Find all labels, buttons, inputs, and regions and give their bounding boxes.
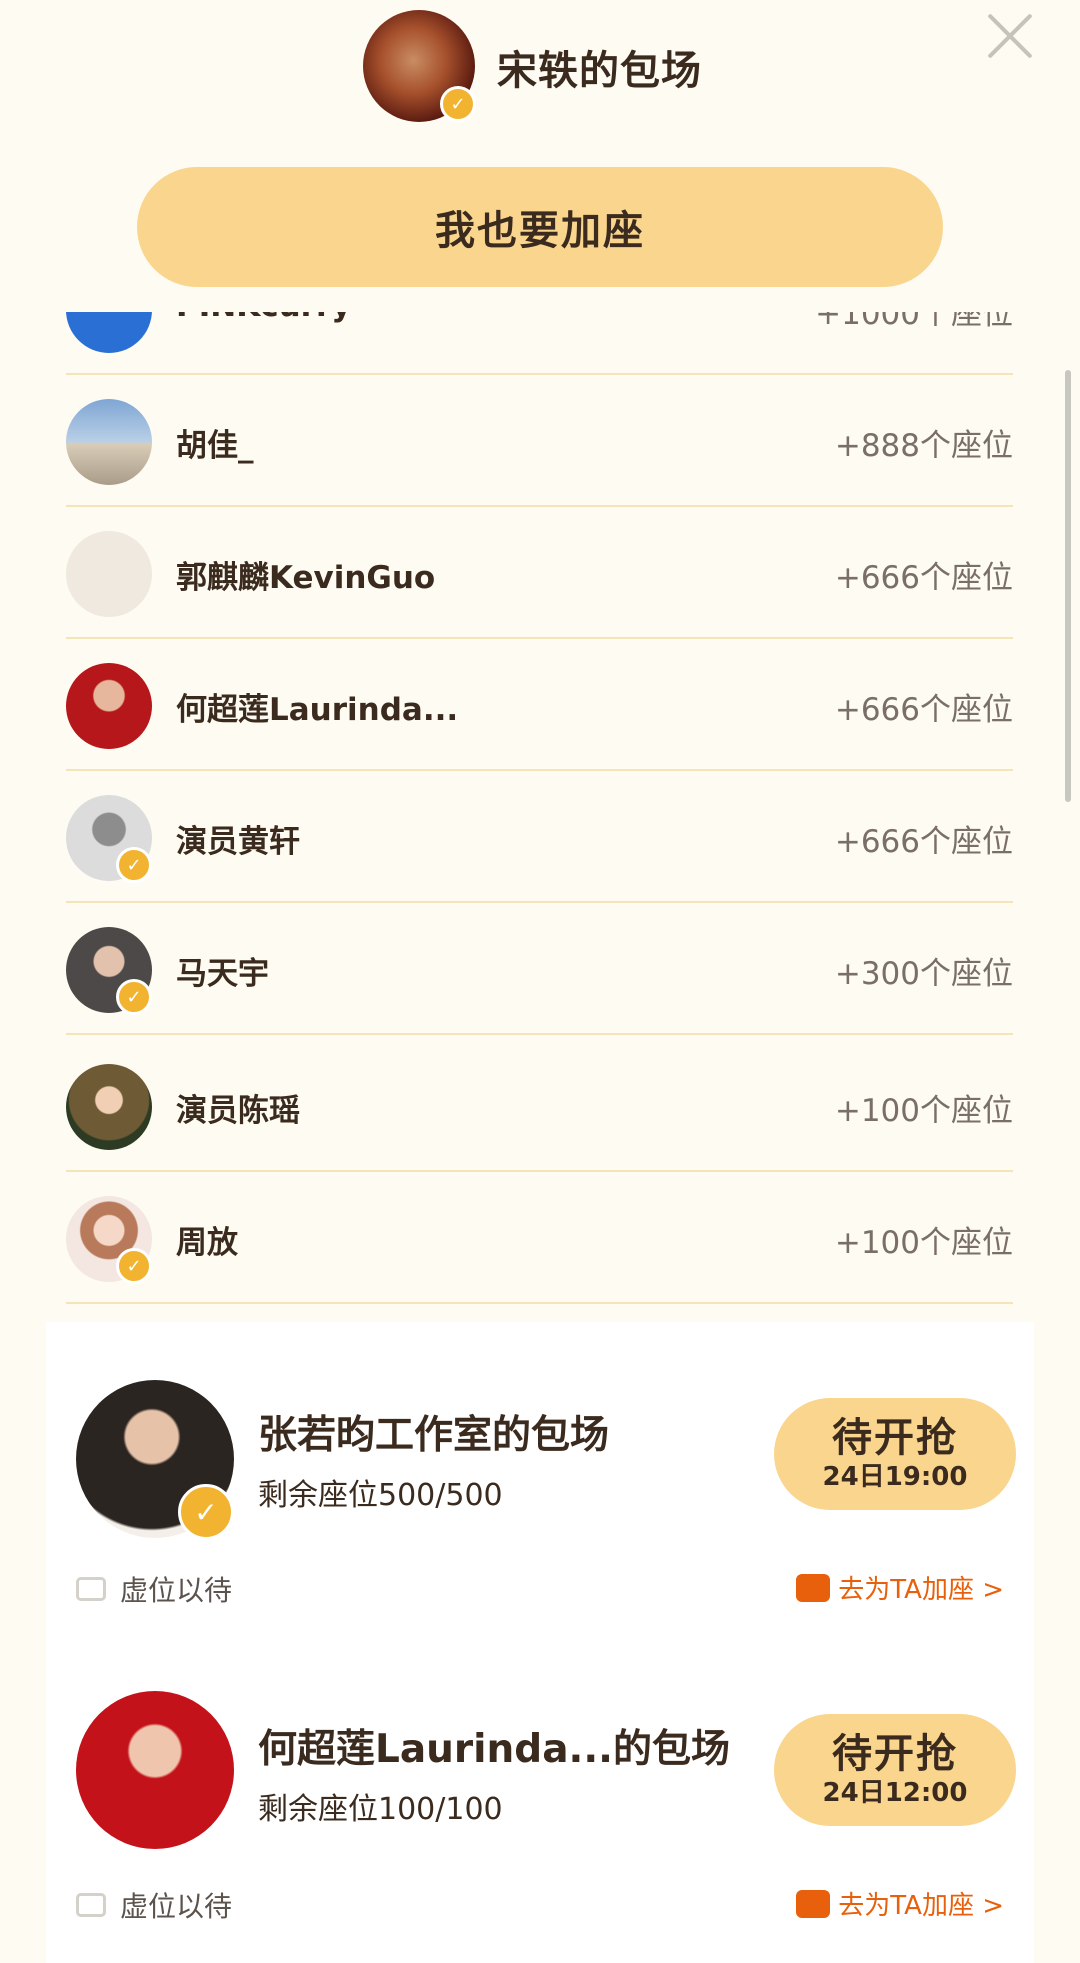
divider bbox=[66, 373, 1013, 375]
add-seat-for-them-link[interactable]: 去为TA加座 > bbox=[796, 1569, 1004, 1606]
seat-count: +100个座位 bbox=[834, 1225, 1013, 1261]
package-card[interactable]: 何超莲Laurinda...的包场 剩余座位100/100 待开抢 24日12:… bbox=[46, 1640, 1034, 1958]
divider bbox=[66, 901, 1013, 903]
start-time: 24日12:00 bbox=[822, 1778, 968, 1808]
list-item[interactable]: ✓ 演员黄轩 +666个座位 bbox=[66, 772, 1013, 903]
contributor-name: 胡佳_ bbox=[176, 428, 254, 464]
list-item[interactable]: 胡佳_ +888个座位 bbox=[66, 376, 1013, 507]
list-item[interactable]: PINKcurry +1000个座位 bbox=[66, 312, 1013, 375]
verified-badge-icon: ✓ bbox=[116, 1248, 152, 1284]
list-item[interactable]: 何超莲Laurinda... +666个座位 bbox=[66, 640, 1013, 771]
avatar[interactable] bbox=[76, 1691, 234, 1849]
list-item[interactable]: 郭麒麟KevinGuo +666个座位 bbox=[66, 508, 1013, 639]
list-item[interactable]: ✓ 周放 +100个座位 bbox=[66, 1173, 1013, 1304]
avatar bbox=[66, 1064, 152, 1150]
list-item[interactable]: 演员陈瑶 +100个座位 bbox=[66, 1041, 1013, 1172]
remaining-seats: 剩余座位500/500 bbox=[258, 1478, 503, 1513]
add-seat-for-them-link[interactable]: 去为TA加座 > bbox=[796, 1885, 1004, 1922]
seat-count: +1000个座位 bbox=[815, 312, 1013, 332]
list-item[interactable]: ✓ 马天宇 +300个座位 bbox=[66, 904, 1013, 1035]
seat-count: +888个座位 bbox=[834, 428, 1013, 464]
waiting-status: 虚位以待 bbox=[76, 1569, 232, 1609]
verified-badge-icon: ✓ bbox=[116, 979, 152, 1015]
add-seat-label: 去为TA加座 > bbox=[838, 1575, 1004, 1605]
avatar bbox=[66, 531, 152, 617]
status-label: 待开抢 bbox=[832, 1415, 958, 1461]
divider bbox=[66, 1033, 1013, 1035]
seat-contributor-list[interactable]: PINKcurry +1000个座位 胡佳_ +888个座位 郭麒麟KevinG… bbox=[0, 312, 1080, 1322]
seat-count: +666个座位 bbox=[834, 692, 1013, 728]
divider bbox=[66, 769, 1013, 771]
add-seat-label: 去为TA加座 > bbox=[838, 1891, 1004, 1921]
divider bbox=[66, 637, 1013, 639]
package-title: 张若昀工作室的包场 bbox=[258, 1413, 610, 1458]
seat-count: +100个座位 bbox=[834, 1093, 1013, 1129]
contributor-name: PINKcurry bbox=[176, 312, 351, 324]
close-icon[interactable] bbox=[984, 10, 1036, 62]
contributor-name: 何超莲Laurinda... bbox=[176, 692, 459, 728]
divider bbox=[66, 1302, 1013, 1304]
contributor-name: 马天宇 bbox=[176, 956, 269, 992]
contributor-name: 郭麒麟KevinGuo bbox=[176, 560, 436, 596]
seat-count: +666个座位 bbox=[834, 824, 1013, 860]
package-title: 何超莲Laurinda...的包场 bbox=[258, 1727, 730, 1772]
remaining-seats: 剩余座位100/100 bbox=[258, 1792, 503, 1827]
avatar bbox=[66, 399, 152, 485]
waiting-label: 虚位以待 bbox=[120, 1890, 233, 1923]
seat-icon bbox=[76, 1893, 106, 1917]
package-cards-panel: ✓ 张若昀工作室的包场 剩余座位500/500 待开抢 24日19:00 虚位以… bbox=[46, 1322, 1034, 1963]
status-label: 待开抢 bbox=[832, 1731, 958, 1777]
seat-icon bbox=[796, 1573, 831, 1602]
start-time: 24日19:00 bbox=[822, 1462, 968, 1492]
verified-badge-icon: ✓ bbox=[440, 86, 476, 122]
package-card[interactable]: ✓ 张若昀工作室的包场 剩余座位500/500 待开抢 24日19:00 虚位以… bbox=[46, 1322, 1034, 1640]
waiting-label: 虚位以待 bbox=[120, 1574, 233, 1607]
waiting-status: 虚位以待 bbox=[76, 1885, 232, 1925]
add-seat-button[interactable]: 我也要加座 bbox=[137, 167, 943, 287]
seat-count: +300个座位 bbox=[834, 956, 1013, 992]
divider bbox=[66, 505, 1013, 507]
contributor-name: 演员黄轩 bbox=[176, 824, 300, 860]
page-title: 宋轶的包场 bbox=[497, 48, 702, 94]
seat-count: +666个座位 bbox=[834, 560, 1013, 596]
seat-icon bbox=[796, 1889, 831, 1918]
avatar bbox=[66, 663, 152, 749]
scrollbar[interactable] bbox=[1065, 370, 1071, 802]
countdown-button[interactable]: 待开抢 24日19:00 bbox=[774, 1398, 1016, 1510]
verified-badge-icon: ✓ bbox=[178, 1484, 234, 1540]
contributor-name: 演员陈瑶 bbox=[176, 1093, 300, 1129]
seat-icon bbox=[76, 1577, 106, 1601]
countdown-button[interactable]: 待开抢 24日12:00 bbox=[774, 1714, 1016, 1826]
divider bbox=[66, 1170, 1013, 1172]
verified-badge-icon: ✓ bbox=[116, 847, 152, 883]
contributor-name: 周放 bbox=[176, 1225, 238, 1261]
avatar bbox=[66, 312, 152, 353]
